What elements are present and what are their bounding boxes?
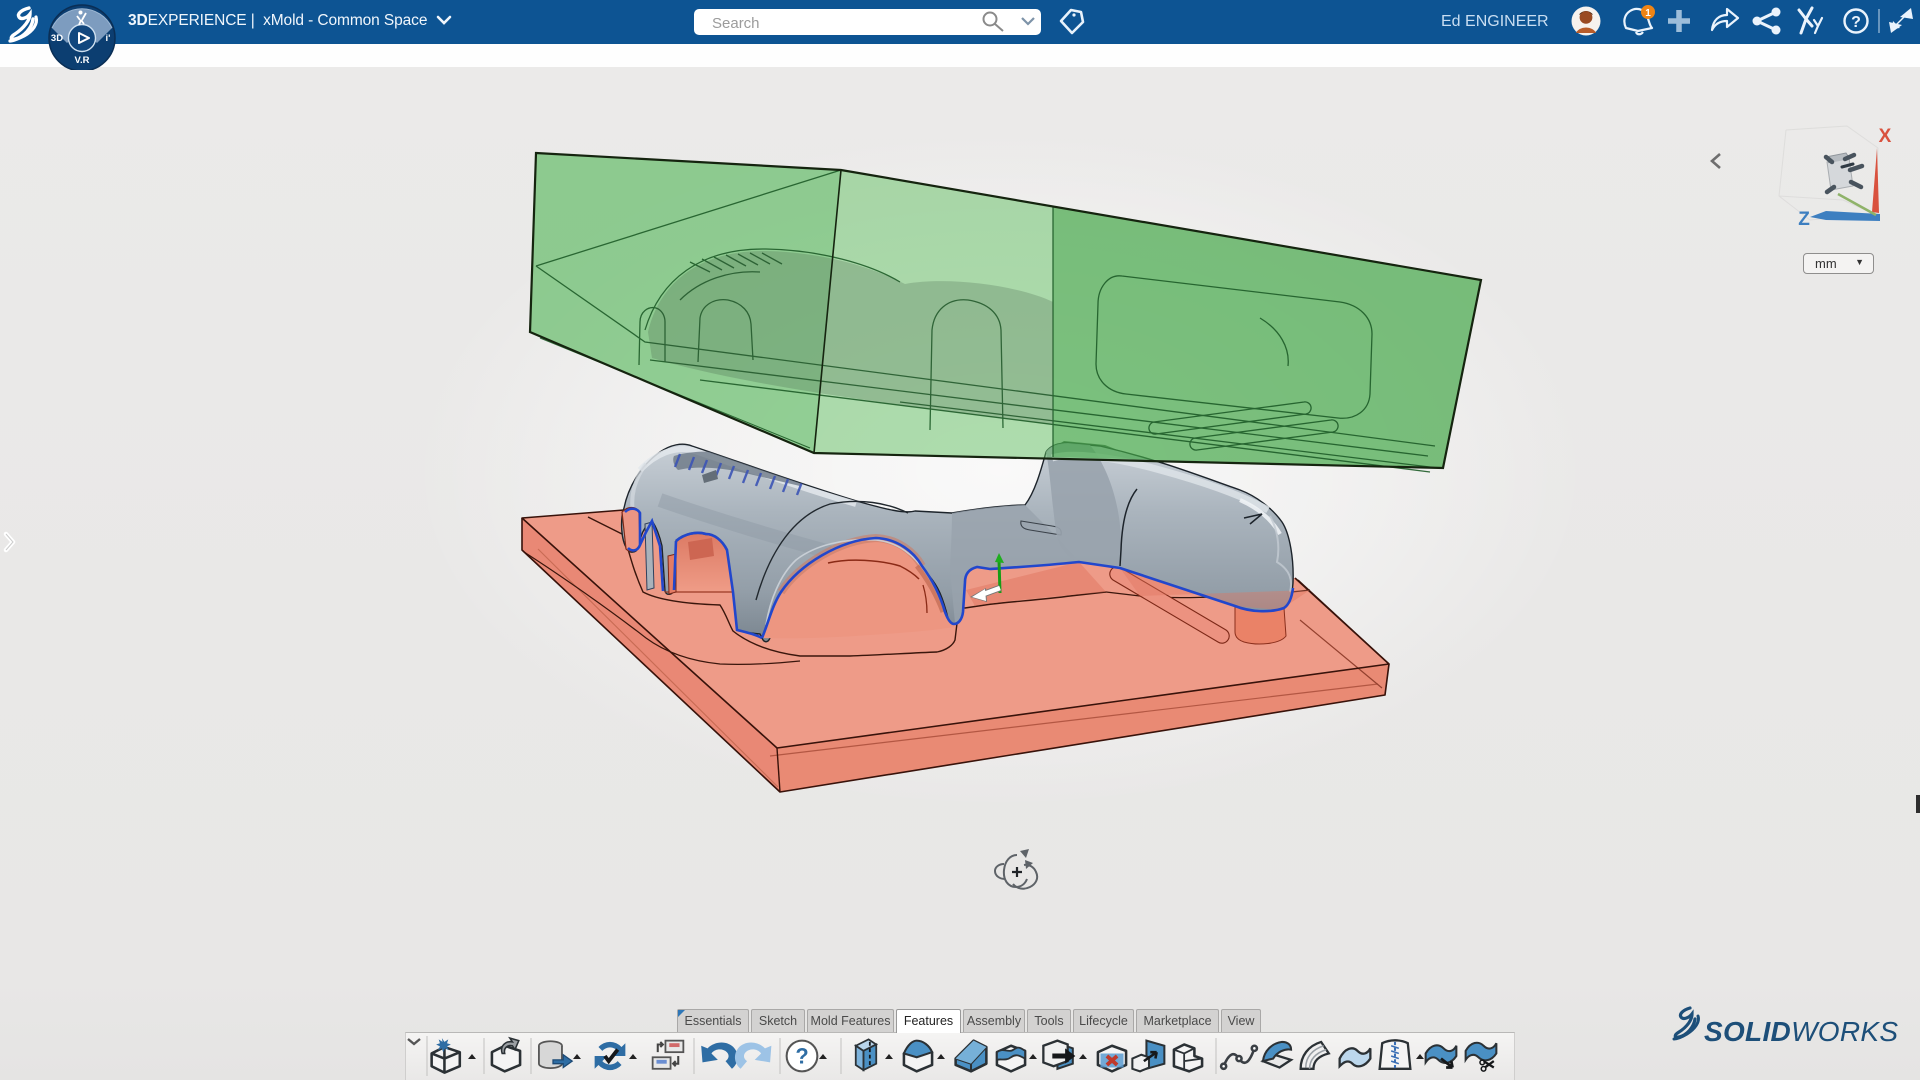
svg-text:SOLIDWORKS: SOLIDWORKS: [1704, 1016, 1898, 1047]
svg-text:?: ?: [795, 1044, 808, 1069]
svg-text:Z: Z: [1798, 209, 1810, 230]
svg-text:X: X: [1879, 126, 1892, 147]
